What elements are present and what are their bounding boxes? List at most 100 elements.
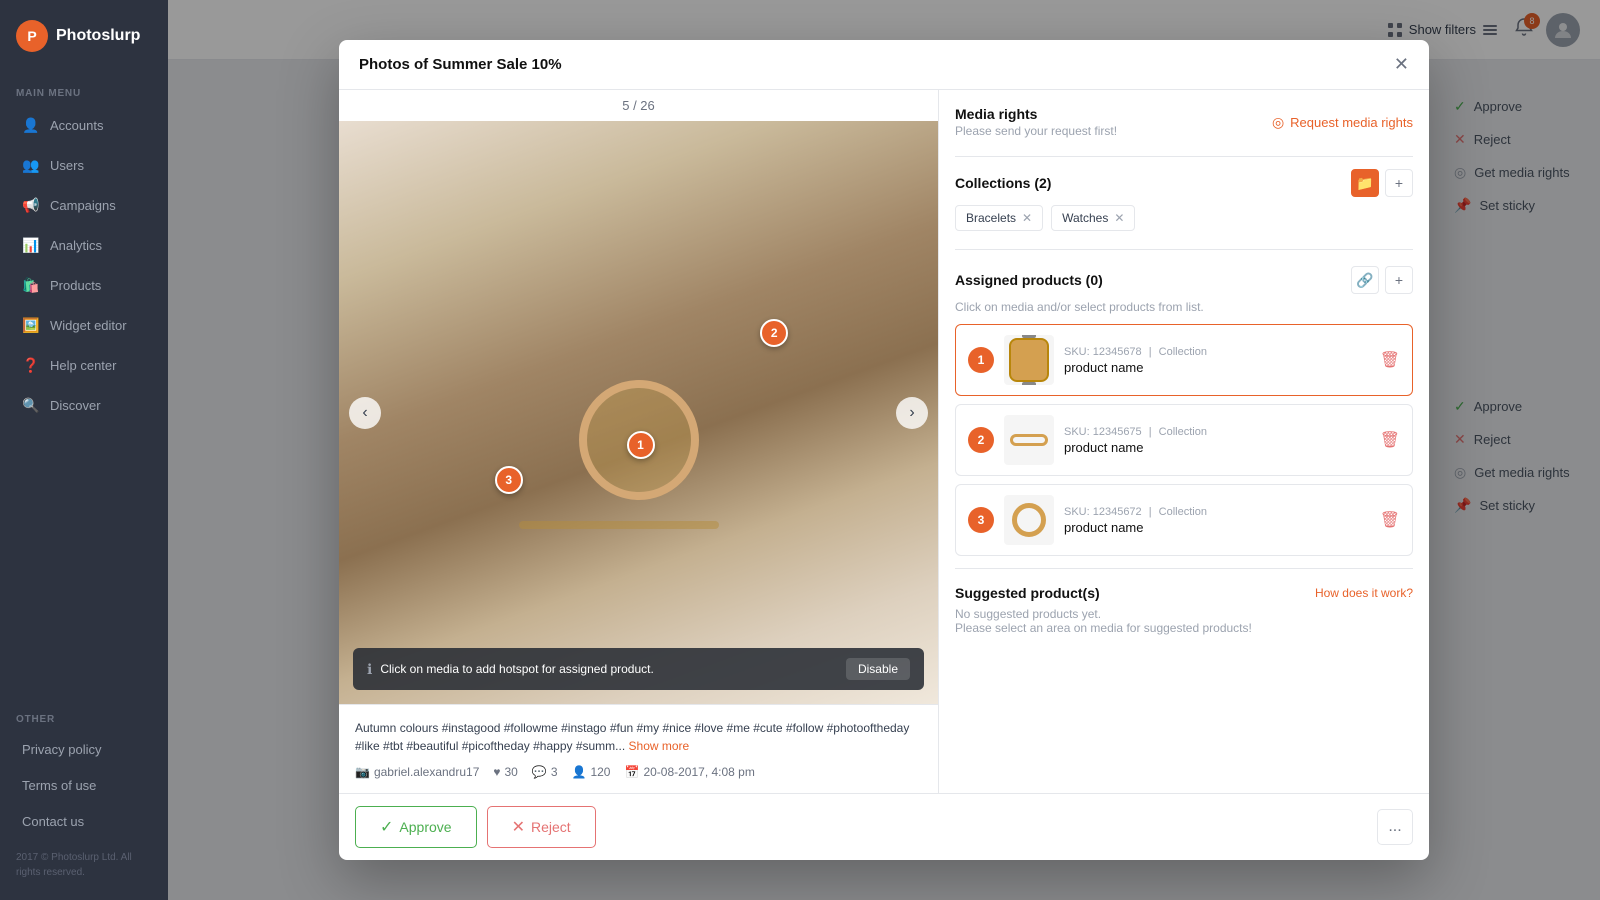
how-does-it-work-link[interactable]: How does it work? xyxy=(1315,586,1413,600)
sidebar-item-discover[interactable]: 🔍 Discover xyxy=(6,386,162,424)
collections-header: Collections (2) 📁 + xyxy=(955,169,1413,197)
sidebar-item-label: Accounts xyxy=(50,118,103,133)
comment-icon: 💬 xyxy=(532,765,547,779)
product-thumb-2 xyxy=(1004,415,1054,465)
sidebar-item-help-center[interactable]: ❓ Help center xyxy=(6,346,162,384)
divider-2 xyxy=(955,249,1413,250)
more-options-button[interactable]: ... xyxy=(1377,809,1413,845)
media-counter: 5 / 26 xyxy=(339,90,938,121)
media-modal: Photos of Summer Sale 10% ✕ 5 / 26 1 xyxy=(339,40,1429,860)
no-suggested-text: No suggested products yet. xyxy=(955,607,1413,621)
product-link-button[interactable]: 🔗 xyxy=(1351,266,1379,294)
accounts-icon: 👤 xyxy=(22,116,40,134)
main-menu-label: MAIN MENU xyxy=(0,72,168,105)
plus-icon-product: + xyxy=(1395,272,1403,288)
sidebar-item-analytics[interactable]: 📊 Analytics xyxy=(6,226,162,264)
info-icon: ℹ xyxy=(367,661,372,678)
media-next-button[interactable]: › xyxy=(896,397,928,429)
calendar-icon: 📅 xyxy=(624,765,639,779)
collection-add-button[interactable]: + xyxy=(1385,169,1413,197)
approve-button[interactable]: ✓ Approve xyxy=(355,806,477,848)
product-sku-2: SKU: 12345675 | Collection xyxy=(1064,426,1370,438)
product-info-2: SKU: 12345675 | Collection product name xyxy=(1064,426,1370,455)
other-label: OTHER xyxy=(0,698,168,731)
assigned-products-section: Assigned products (0) 🔗 + Click on media… xyxy=(955,266,1413,556)
sidebar-item-label: Privacy policy xyxy=(22,742,101,757)
reject-button[interactable]: ✕ Reject xyxy=(487,806,596,848)
tooltip-text: ℹ Click on media to add hotspot for assi… xyxy=(367,661,654,678)
collections-actions: 📁 + xyxy=(1351,169,1413,197)
assigned-title: Assigned products (0) xyxy=(955,272,1103,288)
media-prev-button[interactable]: ‹ xyxy=(349,397,381,429)
sidebar: P Photoslurp MAIN MENU 👤 Accounts 👥 User… xyxy=(0,0,168,900)
product-sku-3: SKU: 12345672 | Collection xyxy=(1064,506,1370,518)
modal-close-button[interactable]: ✕ xyxy=(1394,54,1409,75)
product-thumb-1 xyxy=(1004,335,1054,385)
modal-body: 5 / 26 1 2 3 ‹ › xyxy=(339,90,1429,793)
sidebar-item-label: Terms of use xyxy=(22,778,96,793)
disable-hotspot-button[interactable]: Disable xyxy=(846,658,910,680)
sidebar-item-terms[interactable]: Terms of use xyxy=(6,768,162,803)
logo-icon: P xyxy=(16,20,48,52)
sidebar-bottom: OTHER Privacy policy Terms of use Contac… xyxy=(0,698,168,900)
meta-likes: ♥ 30 xyxy=(493,765,517,779)
sidebar-item-label: Discover xyxy=(50,398,101,413)
hotspot-1[interactable]: 1 xyxy=(627,431,655,459)
product-delete-3[interactable]: 🗑 xyxy=(1380,510,1400,530)
meta-followers: 👤 120 xyxy=(572,765,611,779)
product-num-1: 1 xyxy=(968,347,994,373)
product-delete-1[interactable]: 🗑 xyxy=(1380,350,1400,370)
hotspot-3[interactable]: 3 xyxy=(495,466,523,494)
product-row-3[interactable]: 3 SKU: 12345672 | Collection product nam… xyxy=(955,484,1413,556)
collection-label: Bracelets xyxy=(966,211,1016,225)
approve-check-icon-footer: ✓ xyxy=(380,817,393,837)
request-media-rights-button[interactable]: ◎ Request media rights xyxy=(1272,114,1413,131)
sidebar-item-products[interactable]: 🛍️ Products xyxy=(6,266,162,304)
person-icon: 👤 xyxy=(572,765,587,779)
main-area: Show filters 8 xyxy=(168,0,1600,900)
plus-icon: + xyxy=(1395,175,1403,191)
sidebar-item-contact[interactable]: Contact us xyxy=(6,804,162,839)
sidebar-item-users[interactable]: 👥 Users xyxy=(6,146,162,184)
media-rights-title: Media rights xyxy=(955,106,1117,122)
widget-editor-icon: 🖼️ xyxy=(22,316,40,334)
suggested-products-section: Suggested product(s) How does it work? N… xyxy=(955,585,1413,635)
meta-date: 📅 20-08-2017, 4:08 pm xyxy=(624,765,754,779)
help-center-icon: ❓ xyxy=(22,356,40,374)
product-num-2: 2 xyxy=(968,427,994,453)
product-row-2[interactable]: 2 SKU: 12345675 | Collection product nam… xyxy=(955,404,1413,476)
reject-x-icon-footer: ✕ xyxy=(512,817,525,837)
collections-row: Bracelets ✕ Watches ✕ xyxy=(955,205,1413,231)
app-logo[interactable]: P Photoslurp xyxy=(0,0,168,72)
sidebar-item-campaigns[interactable]: 📢 Campaigns xyxy=(6,186,162,224)
collection-folder-button[interactable]: 📁 xyxy=(1351,169,1379,197)
product-name-3: product name xyxy=(1064,520,1370,535)
product-name-1: product name xyxy=(1064,360,1370,375)
product-add-button[interactable]: + xyxy=(1385,266,1413,294)
collection-remove-watches[interactable]: ✕ xyxy=(1114,211,1124,225)
product-info-3: SKU: 12345672 | Collection product name xyxy=(1064,506,1370,535)
product-row-1[interactable]: 1 SKU: 12345678 | Collection product nam… xyxy=(955,324,1413,396)
sidebar-item-accounts[interactable]: 👤 Accounts xyxy=(6,106,162,144)
show-more-link[interactable]: Show more xyxy=(629,739,690,753)
right-panel: Media rights Please send your request fi… xyxy=(939,90,1429,793)
media-panel: 5 / 26 1 2 3 ‹ › xyxy=(339,90,939,793)
divider-1 xyxy=(955,156,1413,157)
media-image-wrap[interactable]: 1 2 3 ‹ › ℹ Click on media to add hotspo… xyxy=(339,121,938,704)
meta-username: 📷 gabriel.alexandru17 xyxy=(355,765,479,779)
media-rights-header: Media rights Please send your request fi… xyxy=(955,106,1413,138)
heart-icon: ♥ xyxy=(493,765,500,779)
sidebar-item-privacy[interactable]: Privacy policy xyxy=(6,732,162,767)
products-icon: 🛍️ xyxy=(22,276,40,294)
sidebar-item-label: Widget editor xyxy=(50,318,127,333)
product-delete-2[interactable]: 🗑 xyxy=(1380,430,1400,450)
caption-text: Autumn colours #instagood #followme #ins… xyxy=(355,719,922,755)
collection-tag-bracelets: Bracelets ✕ xyxy=(955,205,1043,231)
suggested-header: Suggested product(s) How does it work? xyxy=(955,585,1413,601)
suggested-title: Suggested product(s) xyxy=(955,585,1100,601)
collection-remove-bracelets[interactable]: ✕ xyxy=(1022,211,1032,225)
sidebar-item-widget-editor[interactable]: 🖼️ Widget editor xyxy=(6,306,162,344)
sidebar-item-label: Campaigns xyxy=(50,198,116,213)
collection-label: Watches xyxy=(1062,211,1108,225)
media-image: 1 2 3 xyxy=(339,121,938,704)
